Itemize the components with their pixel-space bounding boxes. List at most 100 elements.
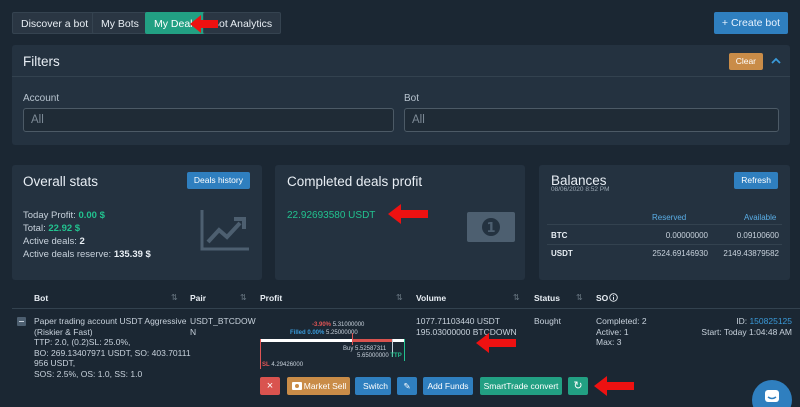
bot-name-line: (Riskier & Fast) (34, 326, 93, 337)
sort-icon[interactable]: ⇅ (396, 293, 403, 302)
bot-detail-line: TTP: 2.0, (0.2)SL: 25.0%, (34, 337, 131, 347)
bot-detail-line: 956 USDT, (34, 358, 76, 368)
chevron-up-icon[interactable] (771, 57, 781, 65)
buy-price: Buy 5.52587311 (343, 346, 387, 352)
smarttrade-convert-button[interactable]: SmartTrade convert (480, 377, 562, 395)
bot-details: TTP: 2.0, (0.2)SL: 25.0%, BO: 269.134079… (34, 337, 191, 379)
bot-column-header[interactable]: Bot (34, 293, 48, 303)
balance-available: 2149.43879582 (723, 249, 779, 258)
reserved-header: Reserved (652, 213, 687, 222)
volume-line: 1077.71103440 USDT (416, 316, 500, 326)
refresh-balances-button[interactable]: Refresh (734, 172, 778, 189)
add-funds-button[interactable]: Add Funds (423, 377, 473, 395)
clear-filters-button[interactable]: Clear (728, 53, 763, 70)
tab-discover-a-bot[interactable]: Discover a bot (12, 12, 98, 34)
tp-price: 5.65000000 (357, 353, 389, 359)
info-icon[interactable] (609, 293, 618, 302)
table-header-divider (12, 308, 800, 309)
balances-divider (547, 224, 782, 225)
active-deals-reserve: Active deals reserve: 135.39 $ (23, 249, 151, 260)
pair-line: N (190, 326, 197, 337)
chart-trend-icon (200, 210, 249, 251)
overall-stats-panel: Overall stats Deals history Today Profit… (12, 165, 262, 280)
total-profit: Total: 22.92 $ (23, 223, 80, 234)
active-deals-label: Active deals: (23, 236, 77, 247)
deal-id-label: ID: (736, 316, 748, 326)
top-nav: Discover a bot My Bots My Deals Bot Anal… (12, 12, 788, 34)
create-bot-button[interactable]: + Create bot (713, 12, 788, 34)
profit-price: 5.31000000 (332, 322, 365, 328)
deal-id-link[interactable]: 150825125 (749, 316, 792, 326)
chat-button[interactable] (752, 380, 792, 407)
overall-stats-title: Overall stats (23, 174, 99, 189)
bot-detail-line: BO: 269.13407971 USDT, SO: 403.70111 (34, 347, 191, 358)
reserve-label: Active deals reserve: (23, 249, 112, 260)
deal-start-time: Start: Today 1:04:48 AM (701, 326, 792, 337)
money-icon (292, 382, 302, 390)
sort-icon[interactable]: ⇅ (240, 293, 247, 302)
sort-icon[interactable]: ⇅ (513, 293, 520, 302)
volume-column-header[interactable]: Volume (416, 293, 446, 303)
filters-title: Filters (23, 54, 60, 69)
sort-icon[interactable]: ⇅ (171, 293, 178, 302)
money-bill-icon: 1 (467, 212, 515, 242)
active-deals: Active deals: 2 (23, 236, 85, 247)
total-profit-value: 22.92 $ (48, 223, 81, 234)
edit-button[interactable]: ✎ (397, 377, 417, 395)
deal-id: ID: 150825125 Start: Today 1:04:48 AM (701, 316, 792, 337)
annotation-arrow-icon (476, 333, 516, 353)
account-select[interactable]: All (23, 108, 394, 132)
tab-my-bots[interactable]: My Bots (92, 12, 148, 34)
pair-column-header[interactable]: Pair (190, 293, 206, 303)
tp-info: 5.65000000 TTP (357, 353, 402, 360)
profit-pct: -3.90% (312, 322, 332, 328)
refresh-deal-button[interactable]: ↻ (568, 377, 588, 395)
bot-name-link[interactable]: Paper trading account USDT Aggressive (R… (34, 316, 186, 337)
stop-loss-marker (260, 339, 261, 369)
market-sell-button[interactable]: Market Sell (287, 377, 350, 395)
switch-button[interactable]: Switch (355, 377, 391, 395)
deals-history-button[interactable]: Deals history (186, 172, 250, 189)
filled-label: Filled 0.00% (290, 330, 325, 336)
available-header: Available (744, 213, 777, 222)
balance-reserved: 0.00000000 (665, 231, 708, 240)
sort-icon[interactable]: ⇅ (576, 293, 583, 302)
active-deals-value: 2 (79, 236, 85, 247)
tp-label: TTP (390, 353, 402, 359)
filled-info: Filled 0.00% 5.25000000 (290, 330, 358, 337)
so-cell: Completed: 2 Active: 1 Max: 3 (596, 316, 647, 348)
status-column-header[interactable]: Status (534, 293, 560, 303)
current-price-marker (352, 333, 353, 345)
bot-name-line: Paper trading account USDT Aggressive (34, 316, 187, 326)
total-profit-label: Total: (23, 223, 46, 234)
annotation-arrow-icon (190, 15, 218, 33)
svg-text:1: 1 (486, 221, 495, 236)
sl-info: SL 4.29426000 (262, 362, 303, 369)
balance-coin: BTC (551, 231, 568, 240)
take-profit-marker (404, 339, 405, 361)
profit-column-header[interactable]: Profit (260, 293, 282, 303)
market-sell-label: Market Sell (303, 381, 347, 391)
filters-panel: Filters Clear Account All Bot All (12, 45, 790, 145)
balance-reserved: 2524.69146930 (652, 249, 708, 258)
today-profit: Today Profit: 0.00 $ (23, 210, 105, 221)
reserve-value: 135.39 $ (113, 249, 151, 260)
bot-label: Bot (404, 93, 420, 104)
so-line: Active: 1 (596, 326, 629, 337)
balances-divider (547, 244, 782, 245)
so-line: Completed: 2 (596, 316, 647, 326)
balances-panel: Balances 08/06/2020 8:52 PM Refresh Rese… (539, 165, 790, 280)
balances-timestamp: 08/06/2020 8:52 PM (551, 186, 610, 193)
bot-select[interactable]: All (404, 108, 779, 132)
pair-line: USDT_BTCDOW (190, 316, 256, 326)
balance-coin: USDT (551, 249, 573, 258)
completed-profit-title: Completed deals profit (287, 174, 423, 189)
annotation-arrow-icon (594, 376, 634, 396)
chat-icon (765, 390, 779, 402)
cancel-deal-button[interactable]: × (260, 377, 280, 395)
pair-link[interactable]: USDT_BTCDOW N (190, 316, 256, 337)
balance-available: 0.09100600 (736, 231, 779, 240)
sl-label: SL (262, 362, 270, 368)
filters-divider (12, 76, 790, 77)
row-collapse-toggle[interactable] (17, 317, 26, 326)
